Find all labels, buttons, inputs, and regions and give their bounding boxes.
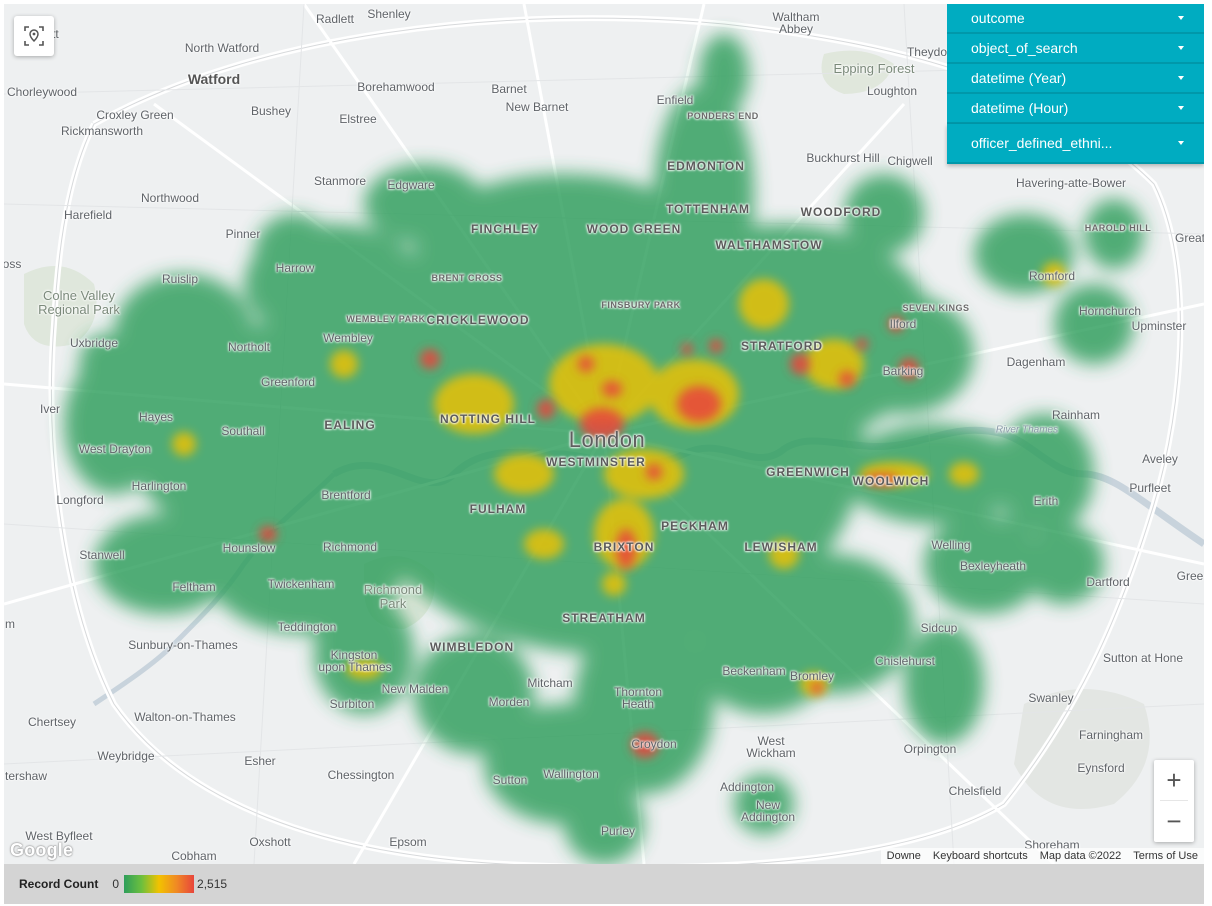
- keyboard-shortcuts-link[interactable]: Keyboard shortcuts: [933, 850, 1028, 862]
- heat-blob: [790, 353, 810, 375]
- heat-blob: [631, 732, 659, 758]
- heat-blob: [254, 214, 334, 294]
- heat-blob: [811, 682, 823, 694]
- filter-datetime-hour[interactable]: datetime (Hour): [947, 94, 1204, 124]
- filter-datetime-year[interactable]: datetime (Year): [947, 64, 1204, 94]
- heat-blob: [444, 504, 604, 624]
- heat-blob: [1084, 199, 1144, 269]
- heat-blob: [330, 350, 358, 378]
- heat-blob: [949, 462, 979, 486]
- heat-blob: [259, 526, 277, 542]
- heat-blob: [864, 474, 900, 486]
- heat-blob: [856, 338, 868, 350]
- map-data-text: Map data ©2022: [1039, 850, 1122, 862]
- heat-blob: [994, 414, 1094, 534]
- heat-blob: [604, 449, 684, 499]
- locate-icon: [24, 26, 44, 46]
- minus-icon: −: [1166, 805, 1182, 836]
- zoom-control: + −: [1154, 760, 1194, 842]
- terms-of-use-link[interactable]: Terms of Use: [1133, 850, 1198, 862]
- zoom-in-button[interactable]: +: [1154, 760, 1194, 800]
- heat-blob: [699, 34, 749, 114]
- map-canvas[interactable]: RadlettShenleyWalthamAbbeyTheydon BGarra…: [4, 4, 1204, 864]
- heat-blob: [434, 374, 514, 434]
- heat-blob: [414, 634, 534, 754]
- heat-blob: [580, 408, 624, 440]
- heat-blob: [739, 279, 789, 329]
- legend-title: Record Count: [19, 877, 99, 891]
- heat-blob: [494, 454, 554, 494]
- caret-down-icon: [1178, 141, 1184, 145]
- heat-blob: [524, 529, 564, 559]
- filter-label: object_of_search: [971, 40, 1078, 56]
- heat-blob: [769, 539, 799, 569]
- heat-blob: [677, 386, 721, 422]
- legend-max: 2,515: [197, 877, 228, 891]
- google-logo: Google: [10, 840, 74, 860]
- filter-outcome[interactable]: outcome: [947, 4, 1204, 34]
- heat-blob: [904, 624, 984, 744]
- heat-blob: [654, 84, 754, 304]
- heat-blob: [364, 164, 484, 244]
- filter-object-of-search[interactable]: object_of_search: [947, 34, 1204, 64]
- plus-icon: +: [1166, 764, 1182, 795]
- heat-blob: [646, 464, 662, 480]
- filter-label: datetime (Hour): [971, 100, 1069, 116]
- heat-blob: [1042, 262, 1066, 286]
- heat-blob: [1024, 524, 1104, 604]
- heat-blob: [420, 349, 440, 369]
- caret-down-icon: [1178, 16, 1184, 20]
- filter-panel: outcome object_of_search datetime (Year)…: [947, 4, 1204, 164]
- locate-button[interactable]: [14, 16, 54, 56]
- heat-blob: [537, 399, 555, 419]
- heat-blob: [314, 594, 414, 714]
- caret-down-icon: [1178, 76, 1184, 80]
- heat-blob: [844, 174, 924, 254]
- heat-blob: [888, 316, 904, 332]
- heat-blob: [346, 659, 382, 679]
- filter-label: officer_defined_ethni...: [971, 135, 1113, 151]
- heat-blob: [839, 371, 855, 387]
- filter-officer-defined-ethnicity[interactable]: officer_defined_ethni...: [947, 124, 1204, 164]
- heat-blob: [709, 339, 723, 353]
- filter-label: datetime (Year): [971, 70, 1067, 86]
- map-attribution: Downe Keyboard shortcuts Map data ©2022 …: [880, 848, 1204, 864]
- filter-label: outcome: [971, 10, 1025, 26]
- heat-blob: [616, 529, 636, 569]
- heat-blob: [681, 343, 693, 355]
- heat-blob: [1054, 284, 1134, 364]
- heat-blob: [602, 572, 626, 596]
- caret-down-icon: [1178, 46, 1184, 50]
- legend-min: 0: [112, 877, 120, 891]
- heat-blob: [602, 381, 622, 397]
- heat-blob: [899, 358, 919, 380]
- legend-bar: Record Count 0 2,515: [4, 864, 1204, 904]
- heat-blob: [804, 339, 864, 389]
- heat-blob: [172, 432, 196, 456]
- heat-blob: [79, 334, 129, 394]
- place-label: Downe: [886, 850, 921, 862]
- heat-blob: [578, 356, 594, 372]
- legend-gradient: [124, 875, 195, 893]
- caret-down-icon: [1178, 106, 1184, 110]
- zoom-out-button[interactable]: −: [1154, 801, 1194, 841]
- heat-blob: [564, 784, 644, 864]
- heat-blob: [734, 774, 794, 834]
